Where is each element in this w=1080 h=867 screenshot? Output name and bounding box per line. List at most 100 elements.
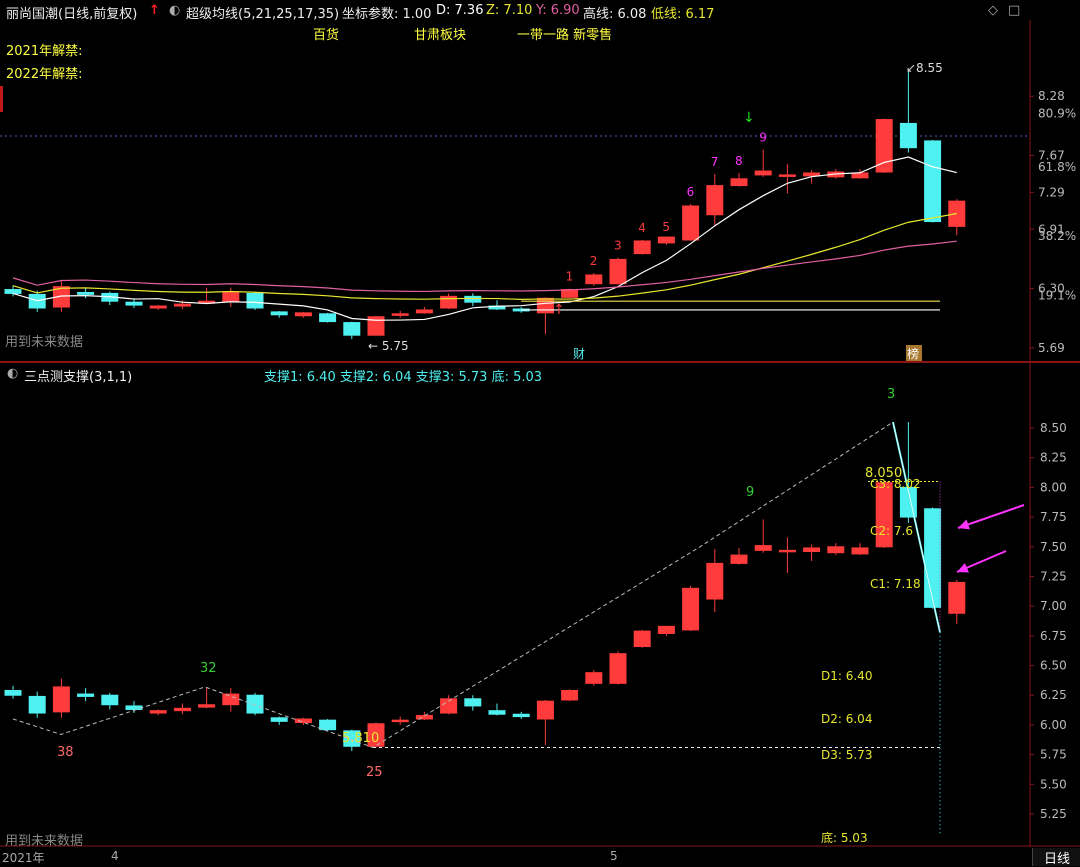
top-candle-body: [173, 303, 191, 307]
bottom-candle-body: [101, 694, 119, 706]
ma21-line: [12, 212, 957, 300]
seq-number: 5: [662, 220, 670, 234]
seq-number: 6: [687, 185, 695, 199]
price-chart[interactable]: 8.287.677.296.916.305.6980.9%61.8%38.2%1…: [0, 0, 1080, 866]
bottom-tick-label: 6.75: [1040, 629, 1067, 643]
top-pct-label: 38.2%: [1038, 229, 1076, 243]
bottom-candle-body: [488, 710, 506, 715]
bottom-candle-body: [609, 653, 627, 684]
bottom-candle-body: [222, 693, 240, 706]
seq-number: 3: [614, 238, 622, 252]
top-pct-label: 80.9%: [1038, 107, 1076, 121]
bottom-tick-label: 5.50: [1040, 777, 1067, 791]
top-candle-body: [682, 205, 700, 241]
bottom-candle-body: [294, 718, 312, 724]
bottom-candle-body: [778, 549, 796, 553]
top-candle-body: [778, 174, 796, 177]
bottom-candle-body: [924, 508, 942, 608]
bang-marker: 榜: [907, 346, 919, 361]
d3-label: D3: 5.73: [821, 748, 872, 762]
c3-label: C3: 8.02: [870, 477, 921, 491]
swing-label-25: 25: [366, 765, 383, 780]
bottom-candle-body: [391, 719, 409, 723]
d1-label: D1: 6.40: [821, 669, 872, 683]
bottom-candle-body: [682, 587, 700, 631]
top-candle-body: [585, 274, 603, 285]
bottom-candle-body: [803, 547, 821, 553]
top-candle-body: [706, 185, 724, 216]
top-pct-label: 19.1%: [1038, 288, 1076, 302]
top-candle-body: [536, 297, 554, 314]
bottom-candle-body: [536, 700, 554, 720]
top-candle-body: [125, 301, 143, 306]
bottom-tick-label: 8.25: [1040, 451, 1067, 465]
seq-number: 9: [759, 131, 767, 145]
c1-label: C1: 7.18: [870, 577, 921, 591]
bottom-candle-body: [4, 689, 22, 696]
top-candle-body: [924, 140, 942, 223]
seq-number: 7: [711, 155, 719, 169]
swing-label-9: 9: [746, 485, 754, 500]
swing-label-3: 3: [887, 387, 895, 402]
bottom-candle-body: [851, 547, 869, 555]
left-marker: [0, 86, 3, 112]
swing-label-38: 38: [57, 745, 74, 760]
bottom-candle-body: [464, 698, 482, 707]
bottom-candle-body: [827, 546, 845, 554]
bottom-candle-body: [28, 695, 46, 714]
bottom-tick-label: 5.75: [1040, 748, 1067, 762]
seq-number: 2: [590, 254, 598, 268]
top-candle-body: [657, 236, 675, 244]
max-price-label: ↙8.55: [906, 61, 943, 75]
top-candle-body: [899, 122, 917, 149]
bottom-candle-body: [657, 625, 675, 634]
bottom-candle-body: [706, 562, 724, 600]
c2-label: C2: 7.6: [870, 524, 913, 538]
bottom-tick-label: 7.25: [1040, 569, 1067, 583]
top-tick-label: 7.29: [1038, 185, 1065, 199]
top-candle-body: [464, 295, 482, 303]
d2-label: D2: 6.04: [821, 712, 872, 726]
top-pct-label: 61.8%: [1038, 160, 1076, 174]
bottom-tick-label: 6.50: [1040, 659, 1067, 673]
top-candle-body: [851, 172, 869, 179]
bottom-candle-body: [948, 581, 966, 614]
top-candle-body: [4, 289, 22, 294]
seq-number: 8: [735, 154, 743, 168]
bottom-candle-body: [198, 704, 216, 708]
bottom-tick-label: 8.50: [1040, 421, 1067, 435]
top-candle-body: [246, 292, 264, 309]
bottom-tick-label: 7.00: [1040, 599, 1067, 613]
bottom-candle-body: [52, 686, 70, 713]
top-candle-body: [633, 240, 651, 255]
top-candle-body: [561, 289, 579, 298]
swing-label-32: 32: [200, 661, 217, 676]
bottom-candle-body: [77, 693, 95, 697]
seq-number: 1: [566, 270, 574, 284]
bottom-tick-label: 7.75: [1040, 510, 1067, 524]
top-candle-body: [270, 311, 288, 316]
bottom-tick-label: 5.25: [1040, 807, 1067, 821]
green-down-arrow-icon: ↓: [743, 110, 755, 126]
magenta-arrow-c2-head: [958, 519, 970, 530]
cai-marker: 财: [573, 347, 585, 361]
top-tick-label: 5.69: [1038, 341, 1065, 355]
top-candle-body: [730, 178, 748, 187]
top-candle-body: [319, 313, 337, 323]
top-candle-body: [754, 170, 772, 176]
bottom-candle-body: [319, 719, 337, 731]
bottom-candle-body: [730, 554, 748, 564]
bottom-candle-body: [754, 545, 772, 551]
bottom-candle-body: [415, 714, 433, 720]
ma5-line: [12, 156, 957, 321]
top-candle-body: [875, 119, 893, 173]
top-candle-body: [343, 322, 361, 336]
low-value-label: 5.810: [342, 731, 379, 746]
bottom-label: 底: 5.03: [821, 830, 868, 845]
bottom-tick-label: 6.25: [1040, 688, 1067, 702]
ma35-line: [12, 240, 957, 293]
seq-number: 4: [638, 221, 646, 235]
bottom-candle-body: [585, 672, 603, 684]
bottom-tick-label: 7.50: [1040, 540, 1067, 554]
top-candle-body: [294, 312, 312, 317]
